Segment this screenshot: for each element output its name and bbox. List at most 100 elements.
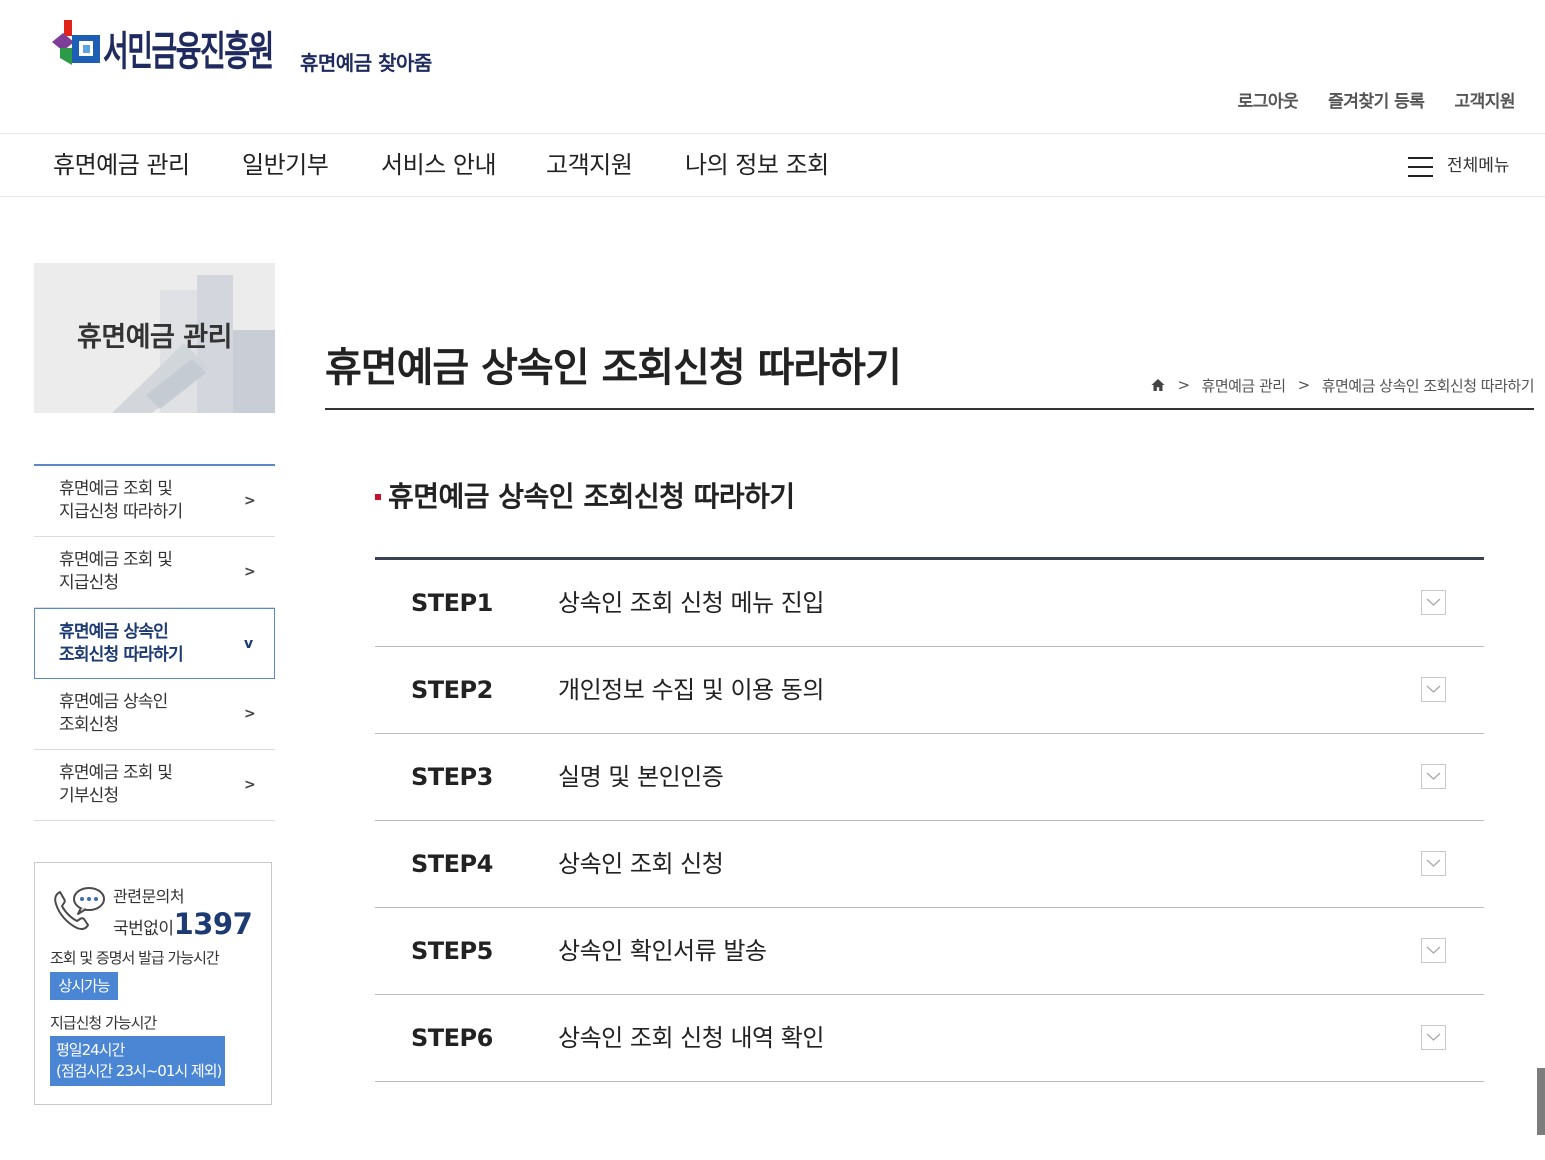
sidebar-item-label: 휴면예금 상속인 조회신청 [59, 691, 168, 737]
contact-number-line: 국번없이1397 [113, 907, 253, 946]
sidebar-title-banner: 휴면예금 관리 [34, 263, 275, 413]
breadcrumb-separator: > [1297, 376, 1311, 394]
add-bookmark-link[interactable]: 즐겨찾기 등록 [1328, 90, 1425, 114]
step-title: 상속인 조회 신청 내역 확인 [558, 1024, 824, 1052]
label-line: 지급신청 따라하기 [59, 502, 183, 522]
breadcrumb-item-dormant-deposit-management[interactable]: 휴면예금 관리 [1202, 375, 1287, 396]
label-line: 조회신청 [59, 715, 119, 735]
page: 서민금융진흥원 휴면예금 찾아줌 로그아웃 즐겨찾기 등록 고객지원 휴면예금 … [0, 0, 1545, 1160]
sidebar-item-inquiry-payment[interactable]: 휴면예금 조회 및 지급신청 > [34, 537, 275, 608]
step-toggle-button[interactable] [1421, 851, 1446, 876]
gnb-item-customer-support[interactable]: 고객지원 [546, 134, 633, 196]
sidebar-item-heir-inquiry-guide[interactable]: 휴면예금 상속인 조회신청 따라하기 v [34, 608, 275, 679]
service-name: 휴면예금 찾아줌 [300, 51, 432, 75]
label-line: 조회신청 따라하기 [59, 644, 184, 665]
step-title: 실명 및 본인인증 [558, 763, 724, 791]
gnb-item-my-info[interactable]: 나의 정보 조회 [685, 134, 829, 196]
step-row[interactable]: STEP6 상속인 조회 신청 내역 확인 [375, 995, 1484, 1082]
step-toggle-button[interactable] [1421, 938, 1446, 963]
chevron-down-icon [1426, 772, 1441, 780]
site-header: 서민금융진흥원 휴면예금 찾아줌 로그아웃 즐겨찾기 등록 고객지원 [0, 0, 1545, 134]
chevron-right-icon: > [244, 706, 256, 722]
home-icon [1151, 379, 1165, 391]
label-line: 기부신청 [59, 786, 119, 806]
sidebar-item-label: 휴면예금 조회 및 지급신청 [59, 549, 173, 595]
sidebar-menu: 휴면예금 조회 및 지급신청 따라하기 > 휴면예금 조회 및 지급신청 > 휴… [34, 464, 275, 821]
chevron-down-icon: v [244, 635, 254, 652]
logo-link[interactable]: 서민금융진흥원 휴면예금 찾아줌 [50, 16, 450, 80]
all-menu-button[interactable]: 전체메뉴 [1406, 150, 1518, 182]
label-line: 휴면예금 상속인 [59, 692, 168, 712]
payment-hours-note: (점검시간 23시~01시 제외) [56, 1062, 222, 1080]
step-row[interactable]: STEP4 상속인 조회 신청 [375, 821, 1484, 908]
contact-label: 관련문의처 [113, 887, 185, 906]
step-number: STEP3 [411, 763, 493, 791]
title-divider [325, 408, 1534, 410]
step-number: STEP6 [411, 1024, 493, 1052]
contact-info-box: 관련문의처 국번없이1397 조회 및 증명서 발급 가능시간 상시가능 지급신… [34, 862, 272, 1105]
label-line: 휴면예금 조회 및 [59, 479, 173, 499]
label-line: 휴면예금 조회 및 [59, 550, 173, 570]
payment-hours-label: 지급신청 가능시간 [50, 1014, 157, 1032]
customer-support-link[interactable]: 고객지원 [1454, 90, 1515, 114]
label-line: 휴면예금 상속인 [59, 621, 169, 642]
chevron-down-icon [1426, 859, 1441, 867]
sidebar-item-heir-inquiry[interactable]: 휴면예금 상속인 조회신청 > [34, 679, 275, 750]
inquiry-hours-label: 조회 및 증명서 발급 가능시간 [50, 949, 220, 967]
payment-hours-badge: 평일24시간 (점검시간 23시~01시 제외) [50, 1036, 225, 1086]
section-bullet-icon [375, 494, 381, 500]
step-title: 상속인 확인서류 발송 [558, 937, 767, 965]
breadcrumb-current: 휴면예금 상속인 조회신청 따라하기 [1321, 376, 1535, 395]
contact-prefix: 국번없이 [113, 919, 174, 939]
phone-chat-icon [54, 887, 105, 930]
logo-icon [52, 20, 100, 65]
chevron-down-icon [1426, 685, 1441, 693]
breadcrumb-home-link[interactable] [1151, 378, 1165, 392]
step-row[interactable]: STEP1 상속인 조회 신청 메뉴 진입 [375, 560, 1484, 647]
step-title: 상속인 조회 신청 메뉴 진입 [558, 589, 824, 617]
sidebar-item-inquiry-donation[interactable]: 휴면예금 조회 및 기부신청 > [34, 750, 275, 821]
sidebar-item-label: 휴면예금 조회 및 기부신청 [59, 762, 173, 808]
step-row[interactable]: STEP2 개인정보 수집 및 이용 동의 [375, 647, 1484, 734]
gnb-item-dormant-deposit-management[interactable]: 휴면예금 관리 [53, 134, 190, 196]
gnb-item-service-guide[interactable]: 서비스 안내 [381, 134, 497, 196]
contact-number: 1397 [173, 907, 253, 941]
label-line: 지급신청 [59, 573, 119, 593]
step-toggle-button[interactable] [1421, 590, 1446, 615]
step-toggle-button[interactable] [1421, 764, 1446, 789]
step-title: 상속인 조회 신청 [558, 850, 724, 878]
payment-hours-line: 평일24시간 [56, 1041, 125, 1059]
section-title: 휴면예금 상속인 조회신청 따라하기 [388, 480, 795, 513]
logout-link[interactable]: 로그아웃 [1238, 90, 1299, 114]
inquiry-hours-badge: 상시가능 [50, 972, 118, 1000]
step-title: 개인정보 수집 및 이용 동의 [558, 676, 824, 704]
step-row[interactable]: STEP3 실명 및 본인인증 [375, 734, 1484, 821]
gnb-item-general-donation[interactable]: 일반기부 [242, 134, 329, 196]
hamburger-menu-icon [1408, 157, 1433, 177]
step-number: STEP5 [411, 937, 493, 965]
breadcrumb: > 휴면예금 관리 > 휴면예금 상속인 조회신청 따라하기 [1151, 374, 1535, 396]
sidebar-item-label: 휴면예금 상속인 조회신청 따라하기 [59, 621, 184, 667]
step-toggle-button[interactable] [1421, 677, 1446, 702]
chevron-down-icon [1426, 1033, 1441, 1041]
sidebar-item-label: 휴면예금 조회 및 지급신청 따라하기 [59, 478, 183, 524]
step-toggle-button[interactable] [1421, 1025, 1446, 1050]
chevron-right-icon: > [244, 493, 256, 509]
utility-links: 로그아웃 즐겨찾기 등록 고객지원 [1238, 90, 1516, 114]
chevron-right-icon: > [244, 777, 256, 793]
sidebar-item-inquiry-payment-guide[interactable]: 휴면예금 조회 및 지급신청 따라하기 > [34, 466, 275, 537]
logo-text: 서민금융진흥원 [103, 27, 274, 75]
breadcrumb-separator: > [1177, 376, 1190, 394]
step-row[interactable]: STEP5 상속인 확인서류 발송 [375, 908, 1484, 995]
chevron-down-icon [1426, 946, 1441, 954]
step-number: STEP2 [411, 676, 493, 704]
sidebar-title: 휴면예금 관리 [77, 322, 232, 353]
scrollbar-thumb[interactable] [1537, 1068, 1545, 1135]
main-navigation: 휴면예금 관리 일반기부 서비스 안내 고객지원 나의 정보 조회 전체메뉴 [0, 134, 1545, 197]
step-number: STEP1 [411, 589, 493, 617]
step-number: STEP4 [411, 850, 493, 878]
chevron-down-icon [1426, 598, 1441, 606]
steps-accordion: STEP1 상속인 조회 신청 메뉴 진입 STEP2 개인정보 수집 및 이용… [375, 557, 1484, 1082]
page-title: 휴면예금 상속인 조회신청 따라하기 [325, 345, 902, 391]
all-menu-label: 전체메뉴 [1447, 156, 1510, 176]
